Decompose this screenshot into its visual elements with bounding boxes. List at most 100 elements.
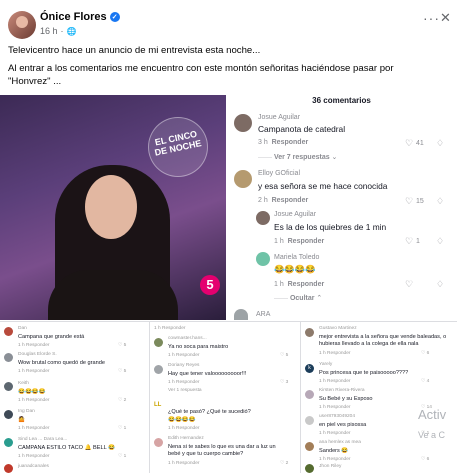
commenter-avatar: [4, 410, 13, 419]
comment-author: Dan: [18, 326, 27, 331]
commenter-avatar: [4, 438, 13, 447]
commenter-avatar: [4, 327, 13, 336]
comment-text: mejor entrevista a la señora que vende b…: [319, 334, 447, 347]
like-count-value: 5: [123, 369, 127, 374]
post-time[interactable]: 16 h: [40, 26, 58, 36]
dislike-icon[interactable]: ♢: [436, 236, 444, 247]
comment-meta: 1 h Responder: [319, 405, 351, 410]
comment-meta: 1 h Responder: [18, 426, 50, 431]
comment-text: Sanders 😂: [319, 448, 349, 454]
comment-time: 1 h: [274, 281, 284, 288]
comment-meta: 1 h Responder: [319, 457, 351, 462]
comment-author: Keith: [18, 381, 29, 386]
person-face: [85, 175, 137, 239]
comment-meta: 1 h Responder: [18, 369, 50, 374]
comment-meta: 1 h Responder: [154, 326, 186, 331]
collage-divider: [149, 322, 150, 473]
divider-line: ——: [258, 154, 272, 161]
commenter-avatar: [4, 464, 13, 473]
reply-button[interactable]: Responder: [288, 238, 325, 245]
comment-meta: 1 h Responder: [168, 353, 200, 358]
hide-label[interactable]: Ocultar: [290, 295, 315, 302]
comment-author: Edith Hernandez: [168, 436, 204, 441]
like-count-value: 1: [123, 454, 127, 459]
like-count-value: 2: [285, 461, 289, 466]
commenter-avatar[interactable]: [256, 211, 270, 225]
view-replies-label[interactable]: Ver 7 respuestas: [274, 154, 330, 161]
like-count: ♡ 5: [118, 343, 127, 348]
comment-author: user8793049204: [319, 414, 356, 419]
dislike-icon[interactable]: ♢: [436, 196, 444, 207]
comment-meta: 1 h Responder: [274, 281, 324, 288]
commenter-avatar: [305, 328, 314, 337]
close-icon[interactable]: ✕: [440, 10, 451, 26]
like-count: ♡ 6: [421, 457, 430, 462]
like-count: ♡ 5: [280, 353, 289, 358]
dislike-icon[interactable]: ♢: [436, 279, 444, 290]
collage-divider: [0, 321, 457, 322]
like-heart-icon[interactable]: ♡: [405, 279, 413, 290]
commenter-avatar[interactable]: [256, 252, 270, 266]
verified-badge-icon: ✓: [109, 12, 120, 22]
comment-time: 1 h: [274, 238, 284, 245]
comment-text: Ya no soca para maistro: [168, 344, 229, 350]
hide-replies[interactable]: —— Ocultar ⌃: [274, 294, 322, 302]
commenter-avatar[interactable]: [234, 170, 252, 188]
post-photo[interactable]: EL CINCO DE NOCHE 5: [0, 95, 226, 320]
comment-text: Pos princesa que te paisooooo????: [319, 370, 409, 376]
like-count: 1: [416, 238, 420, 245]
comment-meta: 1 h Responder: [319, 379, 351, 384]
view-replies[interactable]: —— Ver 7 respuestas ⌄: [258, 153, 337, 161]
comment-text: en piel ves pisossa: [319, 422, 367, 428]
comment-meta: 3 h Responder: [258, 139, 308, 146]
comment-text: 😂😂😂😂: [274, 264, 316, 274]
author-avatar[interactable]: [8, 11, 36, 39]
comment-author[interactable]: Mariela Toledo: [274, 254, 319, 261]
like-heart-icon[interactable]: ♡: [405, 138, 413, 149]
like-heart-icon[interactable]: ♡: [405, 236, 413, 247]
like-count-value: 6: [426, 457, 430, 462]
comment-text: 🤷: [18, 417, 25, 423]
like-count: ♡ 1: [118, 454, 127, 459]
commenter-avatar[interactable]: [234, 114, 252, 132]
comment-author[interactable]: Josue Aguilar: [258, 114, 300, 121]
comment-text: Campanota de catedral: [258, 124, 346, 134]
like-count: ♡ 3: [280, 380, 289, 385]
like-heart-icon[interactable]: ♡: [405, 196, 413, 207]
comment-text: Nena si te sabes lo que es una dar a luz…: [168, 444, 276, 457]
comment-author: Kirsten Rivera-Rivera: [319, 388, 365, 393]
comment-meta: 1 h Responder: [18, 343, 50, 348]
comment-author[interactable]: Elloy GOficial: [258, 170, 300, 177]
collage-divider: [300, 322, 301, 473]
author-name[interactable]: Ónice Flores: [40, 11, 107, 23]
dislike-icon[interactable]: ♢: [436, 138, 444, 149]
comment-meta: 1 h Responder: [168, 380, 200, 385]
comment-time: 3 h: [258, 139, 268, 146]
like-count: ♡ 1: [118, 426, 127, 431]
reply-button[interactable]: Responder: [288, 281, 325, 288]
activation-watermark-line2: Ve a C: [418, 430, 446, 440]
commenter-avatar: [4, 382, 13, 391]
comments-count-title: 36 comentarios: [312, 96, 371, 105]
post-meta: 16 h · 🌐: [40, 26, 77, 36]
comment-author: Gustavo Martinez: [319, 326, 357, 331]
divider-line: ——: [274, 295, 288, 302]
comment-meta: 1 h Responder: [274, 238, 324, 245]
comment-text: Wow brutal como quedó de grande: [18, 360, 105, 366]
more-options-icon[interactable]: ···: [423, 10, 440, 26]
reply-button[interactable]: Responder: [272, 139, 309, 146]
comment-text: 😂😂😂😂: [18, 389, 46, 395]
comment-meta: 2 h Responder: [258, 197, 308, 204]
comment-author[interactable]: Josue Aguilar: [274, 211, 316, 218]
like-count: ♡ 6: [421, 351, 430, 356]
channel-logo: 5: [200, 275, 220, 295]
comment-meta: 1 h Responder: [18, 398, 50, 403]
comment-text: Hay que tener valooooooooor!!!: [168, 371, 247, 377]
comment-author[interactable]: ARA: [256, 311, 270, 318]
activation-watermark-line1: Activ: [418, 407, 447, 422]
reply-button[interactable]: Responder: [272, 197, 309, 204]
commenter-avatar[interactable]: [234, 309, 248, 320]
post-author[interactable]: Ónice Flores ✓: [40, 11, 120, 23]
commenter-avatar: [154, 438, 163, 447]
like-count: 41: [416, 140, 424, 147]
